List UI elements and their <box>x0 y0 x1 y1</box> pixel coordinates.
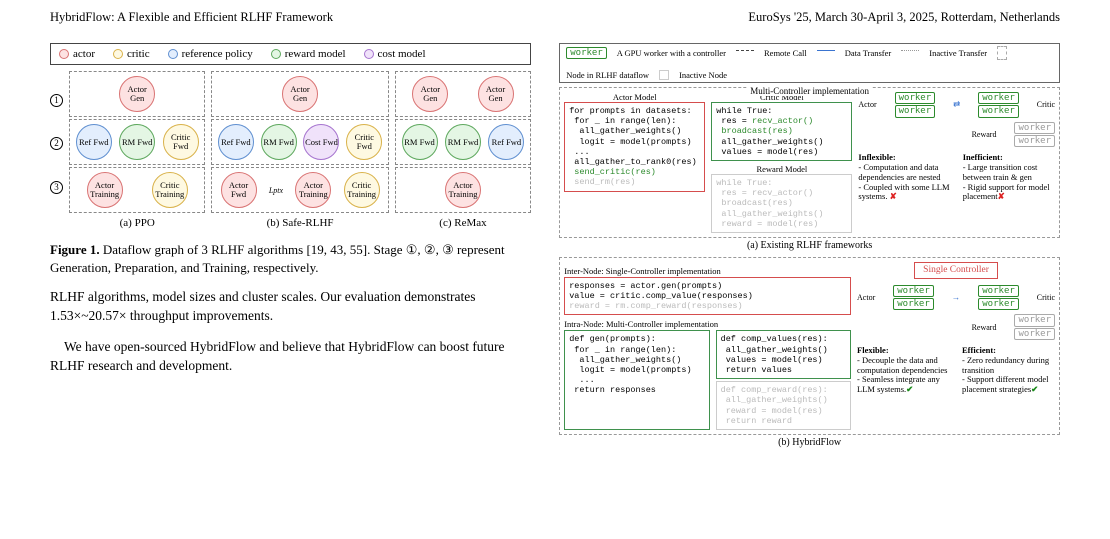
legend-inactive-node: Inactive Node <box>679 70 727 80</box>
flexible-h: Flexible: <box>857 345 889 355</box>
fig1-diagram: 1 2 3 Actor Gen Ref Fwd RM Fwd Critic Fw… <box>50 71 531 229</box>
actor-code: for prompts in datasets: for _ in range(… <box>564 102 705 192</box>
inflexible-h: Inflexible: <box>858 152 895 162</box>
side-actor-label: Actor <box>858 100 876 109</box>
fig1-caption-strong: Figure 1. <box>50 242 100 257</box>
panel-a-caption: (a) Existing RLHF frameworks <box>559 240 1060 251</box>
node-critic-train: Critic Training <box>344 172 380 208</box>
node-actor-gen: Actor Gen <box>282 76 318 112</box>
algo-ppo-caption: (a) PPO <box>69 217 205 229</box>
legend-ref: reference policy <box>182 48 253 60</box>
legend-node-in: Node in RLHF dataflow <box>566 70 649 80</box>
side-critic-label-b: Critic <box>1037 293 1055 302</box>
reward-model-title: Reward Model <box>711 164 852 174</box>
algo-remax: Actor Gen Actor Gen RM Fwd RM Fwd Ref Fw… <box>395 71 531 229</box>
header-left: HybridFlow: A Flexible and Efficient RLH… <box>50 10 333 25</box>
cost-icon <box>364 49 374 59</box>
node-ref-fwd: Ref Fwd <box>218 124 254 160</box>
node-critic-fwd: Critic Fwd <box>163 124 199 160</box>
comp-values-code: def comp_values(res): all_gather_weights… <box>716 330 851 379</box>
side-actor-label-b: Actor <box>857 293 875 302</box>
body-p1: RLHF algorithms, model sizes and cluster… <box>50 288 531 326</box>
intra-title: Intra-Node: Multi-Controller implementat… <box>564 319 851 329</box>
algo-ppo: Actor Gen Ref Fwd RM Fwd Critic Fwd Acto… <box>69 71 205 229</box>
right-column: worker A GPU worker with a controller Re… <box>559 43 1060 448</box>
critic-icon <box>113 49 123 59</box>
fig2-panel-a: Multi-Controller implementation Actor Mo… <box>559 87 1060 238</box>
worker-desc: A GPU worker with a controller <box>617 48 726 58</box>
legend-inactive-transfer: Inactive Transfer <box>929 48 987 58</box>
node-actor-gen-2: Actor Gen <box>478 76 514 112</box>
rm-icon <box>271 49 281 59</box>
data-arrow-icon <box>817 50 835 56</box>
node-actor-train: Actor Training <box>445 172 481 208</box>
inter-code: responses = actor.gen(prompts) value = c… <box>564 277 851 316</box>
panel-b-caption: (b) HybridFlow <box>559 437 1060 448</box>
node-ref-fwd: Ref Fwd <box>76 124 112 160</box>
ref-icon <box>168 49 178 59</box>
fig1-caption-body: Dataflow graph of 3 RLHF algorithms [19,… <box>50 242 505 275</box>
side-critic-label: Critic <box>1037 100 1055 109</box>
legend-data-transfer: Data Transfer <box>845 48 892 58</box>
stage-2: 2 <box>50 137 63 150</box>
inactive-node-icon <box>659 70 669 80</box>
single-controller-box: Single Controller <box>914 262 998 279</box>
node-actor-train: Actor Training <box>87 172 123 208</box>
node-critic-train: Critic Training <box>152 172 188 208</box>
node-critic-fwd: Critic Fwd <box>346 124 382 160</box>
inactive-arrow-icon <box>901 50 919 56</box>
actor-model-title: Actor Model <box>564 92 705 102</box>
node-ref-fwd: Ref Fwd <box>488 124 524 160</box>
node-actor-gen: Actor Gen <box>412 76 448 112</box>
efficient-h: Efficient: <box>962 345 996 355</box>
edge-lptx: Lptx <box>269 186 283 195</box>
page-header: HybridFlow: A Flexible and Efficient RLH… <box>50 10 1060 25</box>
fig2-legend: worker A GPU worker with a controller Re… <box>559 43 1060 83</box>
efficient-t: - Zero redundancy during transition- Sup… <box>962 355 1049 394</box>
comp-reward-code: def comp_reward(res): all_gather_weights… <box>716 381 851 430</box>
node-box-icon <box>997 46 1007 60</box>
side-reward-label: Reward <box>972 130 997 139</box>
legend-critic: critic <box>127 48 150 60</box>
node-rm-fwd: RM Fwd <box>119 124 155 160</box>
remote-arrow-icon <box>736 50 754 56</box>
node-rm-fwd: RM Fwd <box>402 124 438 160</box>
node-cost-fwd: Cost Fwd <box>303 124 339 160</box>
algo-safe-caption: (b) Safe-RLHF <box>211 217 388 229</box>
fig1-caption: Figure 1. Dataflow graph of 3 RLHF algor… <box>50 241 531 276</box>
algo-remax-caption: (c) ReMax <box>395 217 531 229</box>
reward-code: while True: res = recv_actor() broadcast… <box>711 174 852 233</box>
node-rm-fwd: RM Fwd <box>261 124 297 160</box>
actor-icon <box>59 49 69 59</box>
fig2-panel-b: Inter-Node: Single-Controller implementa… <box>559 257 1060 435</box>
stage-3: 3 <box>50 181 63 194</box>
side-reward-label-b: Reward <box>972 323 997 332</box>
node-rm-fwd-2: RM Fwd <box>445 124 481 160</box>
inefficient-h: Inefficient: <box>963 152 1003 162</box>
critic-code: while True: res = recv_actor() broadcast… <box>711 102 852 161</box>
legend-rm: reward model <box>285 48 346 60</box>
node-actor-train: Actor Training <box>295 172 331 208</box>
inter-title: Inter-Node: Single-Controller implementa… <box>564 266 851 276</box>
inflexible-t: - Computation and data dependencies are … <box>858 162 949 201</box>
node-actor-gen: Actor Gen <box>119 76 155 112</box>
worker-badge: worker <box>566 47 607 59</box>
flexible-t: - Decouple the data and computation depe… <box>857 355 947 394</box>
algo-safe: Actor Gen Ref Fwd RM Fwd Cost Fwd Critic… <box>211 71 388 229</box>
legend-cost: cost model <box>378 48 426 60</box>
body-p2: We have open-sourced HybridFlow and beli… <box>50 338 531 376</box>
legend-actor: actor <box>73 48 95 60</box>
node-actor-fwd: Actor Fwd <box>221 172 257 208</box>
fig1-legend: actor critic reference policy reward mod… <box>50 43 531 65</box>
stage-1: 1 <box>50 94 63 107</box>
panel-a-title: Multi-Controller implementation <box>746 86 873 96</box>
left-column: actor critic reference policy reward mod… <box>50 43 531 448</box>
inefficient-t: - Large transition cost between train & … <box>963 162 1050 201</box>
header-right: EuroSys '25, March 30-April 3, 2025, Rot… <box>748 10 1060 25</box>
legend-remote: Remote Call <box>764 48 807 58</box>
gen-code: def gen(prompts): for _ in range(len): a… <box>564 330 709 430</box>
